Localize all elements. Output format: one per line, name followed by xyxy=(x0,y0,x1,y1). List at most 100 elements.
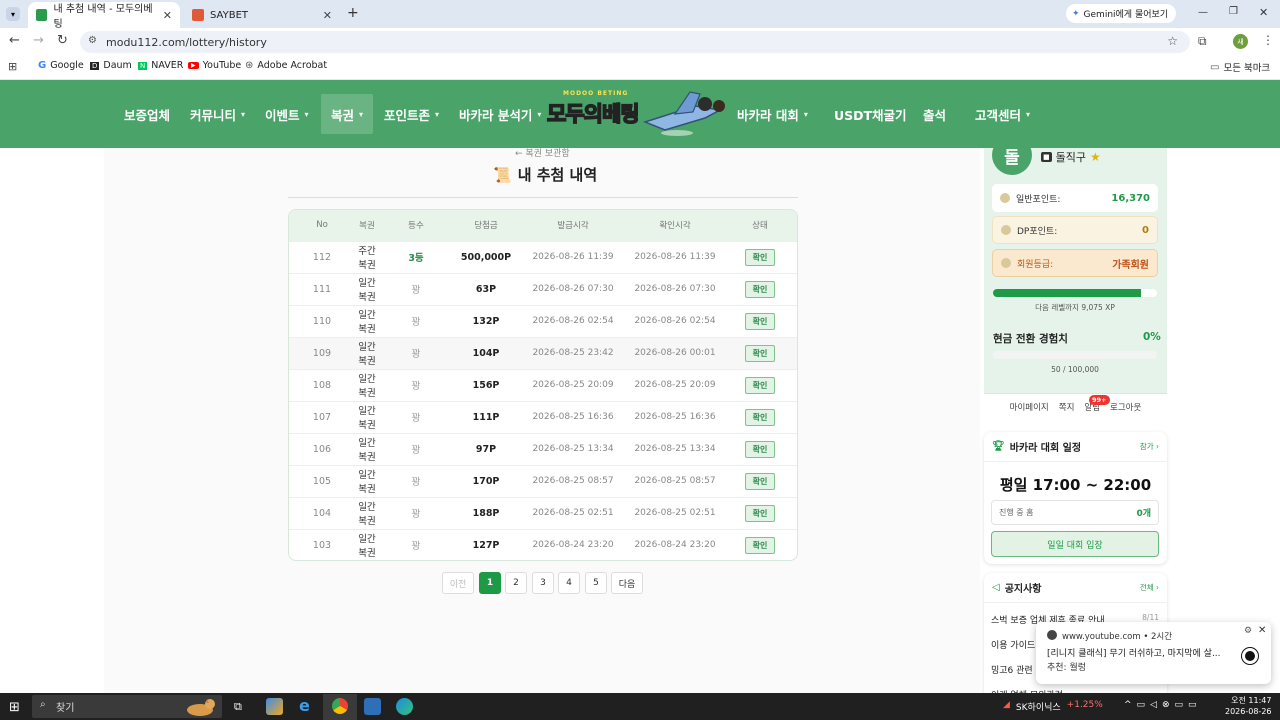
task-view-icon[interactable]: ⧉ xyxy=(234,700,242,714)
status-badge[interactable]: 확인 xyxy=(744,504,776,522)
nav-community[interactable]: 커뮤니티 ▾ xyxy=(190,80,245,148)
status-badge[interactable]: 확인 xyxy=(744,408,776,426)
general-points-label: 일반포인트: xyxy=(1016,194,1061,205)
message-link[interactable]: 쪽지 xyxy=(1059,401,1075,413)
tab-search-icon[interactable]: ▾ xyxy=(6,7,20,21)
page-5[interactable]: 5 xyxy=(585,572,607,594)
close-icon[interactable]: ✕ xyxy=(1258,625,1266,636)
username[interactable]: ■ 돌직구 ★ xyxy=(1041,149,1101,165)
page-1[interactable]: 1 xyxy=(479,572,501,594)
grade-value: 가족회원 xyxy=(1112,259,1149,271)
join-link[interactable]: 참가 › xyxy=(1140,441,1159,452)
view-all-link[interactable]: 전체 › xyxy=(1140,582,1159,593)
pagination-next[interactable]: 다음 xyxy=(611,572,643,594)
extensions-icon[interactable]: ⧉ xyxy=(1198,34,1207,49)
bookmark-daum[interactable]: D Daum xyxy=(90,60,132,71)
status-badge[interactable]: 확인 xyxy=(744,376,776,394)
nav-lottery[interactable]: 복권 ▾ xyxy=(321,94,374,134)
nav-attendance[interactable]: 출석 xyxy=(923,80,946,148)
nav-guarantee[interactable]: 보증업체 xyxy=(124,80,170,148)
new-tab-button[interactable]: + xyxy=(347,5,359,21)
tab-saybet[interactable]: SAYBET ✕ xyxy=(184,2,340,28)
internet-explorer-icon[interactable]: e xyxy=(299,696,310,715)
bookmark-star-icon[interactable]: ☆ xyxy=(1167,34,1178,48)
logout-link[interactable]: 로그아웃 xyxy=(1110,401,1141,413)
cell-status: 확인 xyxy=(723,465,797,497)
nav-usdt-miner[interactable]: USDT채굴기 xyxy=(834,80,907,148)
status-badge[interactable]: 확인 xyxy=(744,440,776,458)
cell-checked: 2026-08-26 11:39 xyxy=(634,252,716,262)
grade-label: 회원등급: xyxy=(1017,259,1054,270)
close-icon[interactable]: ✕ xyxy=(323,9,332,22)
menu-icon[interactable]: ⋮ xyxy=(1262,33,1274,47)
profile-avatar[interactable]: 새 xyxy=(1233,34,1248,49)
clock[interactable]: 오전 11:47 2026-08-26 xyxy=(1225,695,1272,717)
page-3[interactable]: 3 xyxy=(532,572,554,594)
chrome-taskbar-button[interactable] xyxy=(323,694,357,720)
cell-checked: 2026-08-25 20:09 xyxy=(634,380,716,390)
cell-status: 확인 xyxy=(723,369,797,401)
app-icon[interactable] xyxy=(364,698,381,715)
address-bar[interactable]: ⚙ modu112.com/lottery/history ☆ xyxy=(80,31,1190,53)
dp-points-row: DP포인트: 0 xyxy=(992,216,1158,244)
site-logo[interactable]: MODOO BETING 모두의베팅 xyxy=(545,84,730,142)
status-badge[interactable]: 확인 xyxy=(744,248,776,266)
gemini-sparkle-icon: ✦ xyxy=(1072,8,1080,19)
daily-contest-enter-button[interactable]: 일일 대회 입장 xyxy=(991,531,1159,557)
minimize-icon[interactable]: — xyxy=(1198,7,1208,18)
chevron-down-icon: ▾ xyxy=(803,109,808,119)
search-icon: ⌕ xyxy=(40,699,46,710)
status-badge[interactable]: 확인 xyxy=(744,280,776,298)
avatar[interactable]: 돌 xyxy=(992,135,1032,175)
status-badge[interactable]: 확인 xyxy=(744,472,776,490)
system-tray-icons[interactable]: ^▭◁⊗▭▭ xyxy=(1124,700,1202,710)
cell-type: 일간복권 xyxy=(358,502,376,527)
status-badge[interactable]: 확인 xyxy=(744,344,776,362)
restore-icon[interactable]: ❐ xyxy=(1229,6,1238,17)
bookmark-youtube[interactable]: ▶ YouTube xyxy=(188,60,241,71)
nav-baccarat-contest[interactable]: 바카라 대회 ▾ xyxy=(737,80,808,148)
table-row: 105 일간복권 꽝 170P 2026-08-25 08:57 2026-08-25 0… xyxy=(289,465,797,497)
cell-checked: 2026-08-24 23:20 xyxy=(634,540,716,551)
cell-issued: 2026-08-25 08:57 xyxy=(532,476,614,486)
bookmark-google[interactable]: G Google xyxy=(38,60,84,71)
cell-checked: 2026-08-26 02:54 xyxy=(634,316,716,326)
folder-icon: ▭ xyxy=(1210,61,1220,73)
gemini-button[interactable]: ✦ Gemini에게 물어보기 xyxy=(1066,4,1176,23)
tab-lottery-history[interactable]: 내 추첨 내역 - 모두의베팅 ✕ xyxy=(28,2,180,30)
nav-event[interactable]: 이벤트 ▾ xyxy=(265,80,309,148)
settings-gear-icon[interactable]: ⚙ xyxy=(1244,626,1252,636)
stock-widget[interactable]: ◢ SK하이닉스 +1.25% xyxy=(1003,700,1103,713)
apps-grid-icon[interactable]: ⊞ xyxy=(8,60,17,73)
window-close-icon[interactable]: ✕ xyxy=(1259,6,1268,19)
nav-label: 출석 xyxy=(923,107,947,123)
bookmark-acrobat[interactable]: ⊛ Adobe Acrobat xyxy=(245,60,327,71)
breadcrumb[interactable]: ← 복권 보관함 xyxy=(515,146,570,159)
nav-point-zone[interactable]: 포인트존 ▾ xyxy=(384,80,439,148)
site-info-icon[interactable]: ⚙ xyxy=(88,35,97,46)
nav-baccarat-analyzer[interactable]: 바카라 분석기 ▾ xyxy=(459,80,541,148)
cash-exp-label: 현금 전환 경험치 xyxy=(993,333,1068,345)
windows-start-icon[interactable]: ⊞ xyxy=(9,700,20,715)
close-icon[interactable]: ✕ xyxy=(163,9,172,22)
all-bookmarks[interactable]: ▭ 모든 북마크 xyxy=(1210,60,1270,75)
edge-icon[interactable] xyxy=(396,698,413,715)
reload-icon[interactable]: ↻ xyxy=(57,33,68,48)
back-icon[interactable]: ← xyxy=(9,33,20,48)
mypage-link[interactable]: 마이페이지 xyxy=(1010,401,1049,413)
status-badge[interactable]: 확인 xyxy=(744,312,776,330)
copilot-icon[interactable] xyxy=(266,698,283,715)
page-4[interactable]: 4 xyxy=(558,572,580,594)
taskbar-search[interactable]: ⌕ 찾기 xyxy=(32,695,222,718)
bookmark-naver[interactable]: N NAVER xyxy=(138,60,183,71)
url-text: modu112.com/lottery/history xyxy=(106,35,267,49)
page-2[interactable]: 2 xyxy=(505,572,527,594)
logo-text: 모두의베팅 xyxy=(546,101,640,127)
toast-subtext: 추천: 월렁 xyxy=(1047,663,1087,673)
cell-type: 일간복권 xyxy=(358,406,376,431)
coin-icon xyxy=(1000,193,1010,203)
toast-source: www.youtube.com • 2시간 xyxy=(1062,630,1172,642)
status-badge[interactable]: 확인 xyxy=(744,536,776,554)
pagination-prev[interactable]: 이전 xyxy=(442,572,474,594)
forward-icon[interactable]: → xyxy=(33,33,44,48)
